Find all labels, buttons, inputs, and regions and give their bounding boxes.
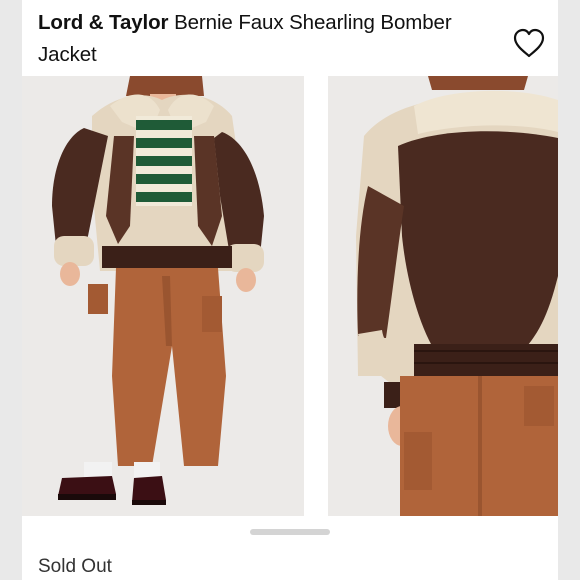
listing-screen: Lord & Taylor Bernie Faux Shearling Bomb… <box>0 0 580 580</box>
listing-title: Lord & Taylor Bernie Faux Shearling Bomb… <box>38 7 498 71</box>
heart-outline-icon[interactable] <box>512 28 546 58</box>
product-photo-front[interactable] <box>22 76 304 516</box>
listing-footer: Sold Out <box>22 516 558 580</box>
drag-handle[interactable] <box>250 529 330 535</box>
left-gutter <box>0 0 22 580</box>
status-sold-out: Sold Out <box>38 556 112 577</box>
product-photo-back[interactable] <box>328 76 558 516</box>
photo-gallery[interactable] <box>22 76 558 516</box>
brand-name: Lord & Taylor <box>38 11 169 34</box>
right-gutter <box>558 0 580 580</box>
listing-header: Lord & Taylor Bernie Faux Shearling Bomb… <box>22 0 558 76</box>
